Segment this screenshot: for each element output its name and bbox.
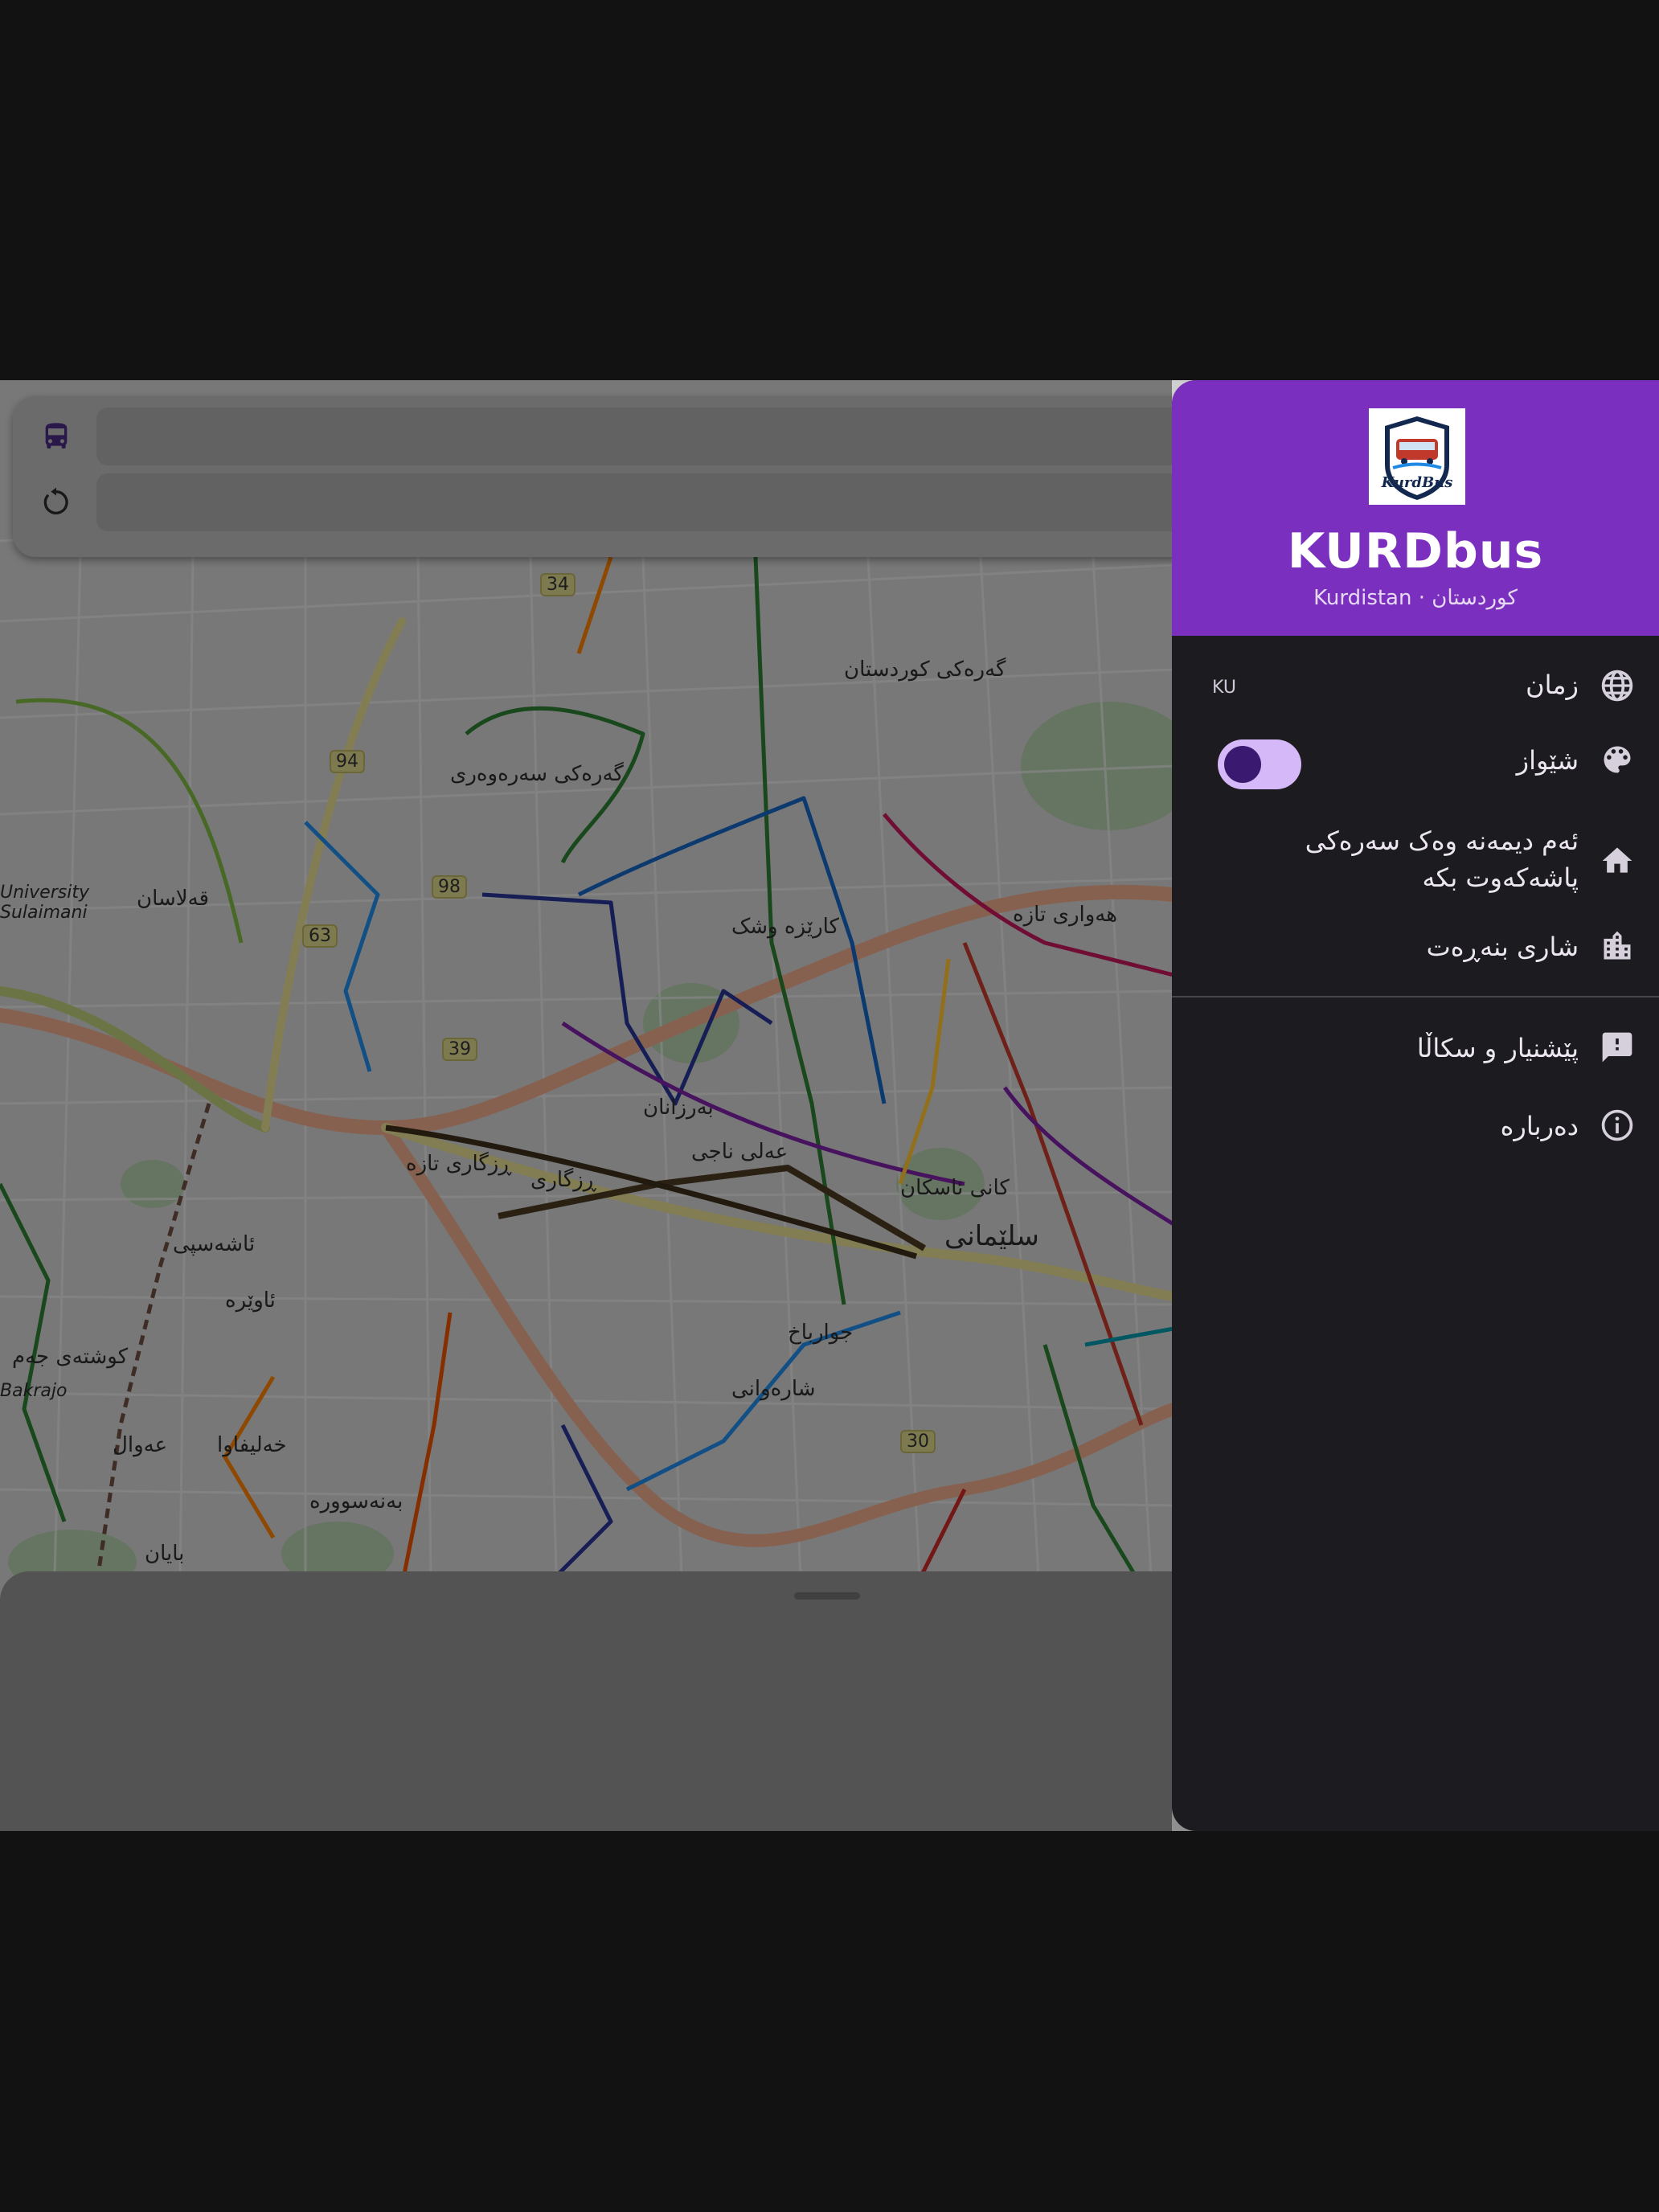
map-label: عەلی ناجی: [691, 1140, 789, 1164]
bottom-sheet[interactable]: [0, 1571, 1222, 1831]
city-icon: [1604, 931, 1631, 960]
menu-item-label: زمان: [1526, 670, 1579, 700]
map-label: ڕزگاری: [530, 1168, 596, 1192]
route-badge[interactable]: 34: [540, 573, 576, 596]
drawer-divider: [1172, 996, 1659, 997]
map-label: ئاوێرە: [225, 1288, 276, 1313]
menu-item-label: شێواز: [1516, 745, 1579, 776]
home-icon: [1602, 847, 1632, 873]
map-label: ڕزگاری تازە: [406, 1152, 512, 1176]
drawer-header: KurdBus KURDbus Kurdistan · کوردستان: [1172, 380, 1659, 636]
map-label: کانی ئاسکان: [900, 1176, 1010, 1200]
map-label: قەلاسان: [137, 887, 209, 911]
map-label: بەرزانان: [643, 1096, 714, 1120]
toggle-knob: [1224, 746, 1261, 783]
route-badge[interactable]: 30: [900, 1430, 936, 1453]
app-title: KURDbus: [1287, 523, 1544, 580]
kurdbus-logo: KurdBus: [1369, 408, 1465, 505]
destination-input[interactable]: [96, 473, 1206, 531]
map-label: گەرەکی کوردستان: [844, 657, 1006, 682]
menu-item-about[interactable]: دەربارە: [1172, 1100, 1659, 1164]
menu-item-label: شاری بنەڕەت: [1426, 932, 1579, 962]
current-language-code: KU: [1212, 678, 1236, 698]
navigation-drawer: KurdBus KURDbus Kurdistan · کوردستان زما…: [1172, 380, 1659, 1831]
app-viewport: گەرەکی کوردستان گەرەکی سەرەوەری قەلاسان …: [0, 380, 1659, 1831]
map-label: کوشتەی جەم: [12, 1345, 129, 1369]
route-badge[interactable]: 63: [302, 924, 338, 948]
map-label: Bakrajo: [0, 1381, 68, 1401]
map-label: بەنەسوورە: [309, 1489, 403, 1514]
origin-input[interactable]: [96, 408, 1206, 465]
route-badge[interactable]: 98: [432, 875, 467, 899]
map-label: شارەوانی: [731, 1377, 816, 1401]
feedback-icon: [1602, 1032, 1632, 1063]
menu-item-label: ئەم دیمەنە وەک سەرەکی پاشەکەوت بکە: [1305, 825, 1579, 893]
map-label: جوارباخ: [788, 1321, 854, 1345]
map-label: سلێمانی: [944, 1220, 1039, 1252]
menu-item-default-city[interactable]: شاری بنەڕەت: [1172, 919, 1659, 983]
menu-item-label: پێشنیار و سکاڵا: [1416, 1033, 1579, 1063]
palette-icon: [1604, 746, 1631, 773]
map-label: بایان: [145, 1542, 185, 1566]
info-icon: [1601, 1109, 1633, 1141]
bus-icon: [45, 423, 68, 449]
map-label: عەوال: [113, 1433, 168, 1457]
menu-item-label: دەربارە: [1500, 1111, 1579, 1141]
route-search-card: [13, 396, 1206, 557]
route-badge[interactable]: 39: [442, 1038, 477, 1061]
map-label: کارێزە وشک: [731, 915, 839, 939]
refresh-icon[interactable]: [40, 486, 72, 518]
map-label: گەرەکی سەرەوەری: [450, 762, 624, 786]
theme-toggle-switch[interactable]: [1218, 739, 1301, 789]
menu-item-set-home-view[interactable]: ئەم دیمەنە وەک سەرەکی پاشەکەوت بکە: [1172, 814, 1659, 911]
menu-item-feedback[interactable]: پێشنیار و سکاڵا: [1172, 1022, 1659, 1086]
menu-item-language[interactable]: زمان: [1172, 662, 1659, 726]
route-badge[interactable]: 94: [330, 750, 365, 773]
map-label: University Sulaimani: [0, 883, 89, 923]
bottom-sheet-drag-handle[interactable]: [794, 1592, 860, 1600]
app-subtitle: Kurdistan · کوردستان: [1313, 586, 1518, 610]
map-label: خەلیفاوا: [217, 1433, 287, 1457]
globe-icon: [1601, 670, 1633, 702]
map-label: هەواری تازە: [1013, 903, 1117, 927]
logo-wordmark: KurdBus: [1381, 474, 1453, 491]
map-label: ئاشەسپی: [173, 1232, 256, 1256]
